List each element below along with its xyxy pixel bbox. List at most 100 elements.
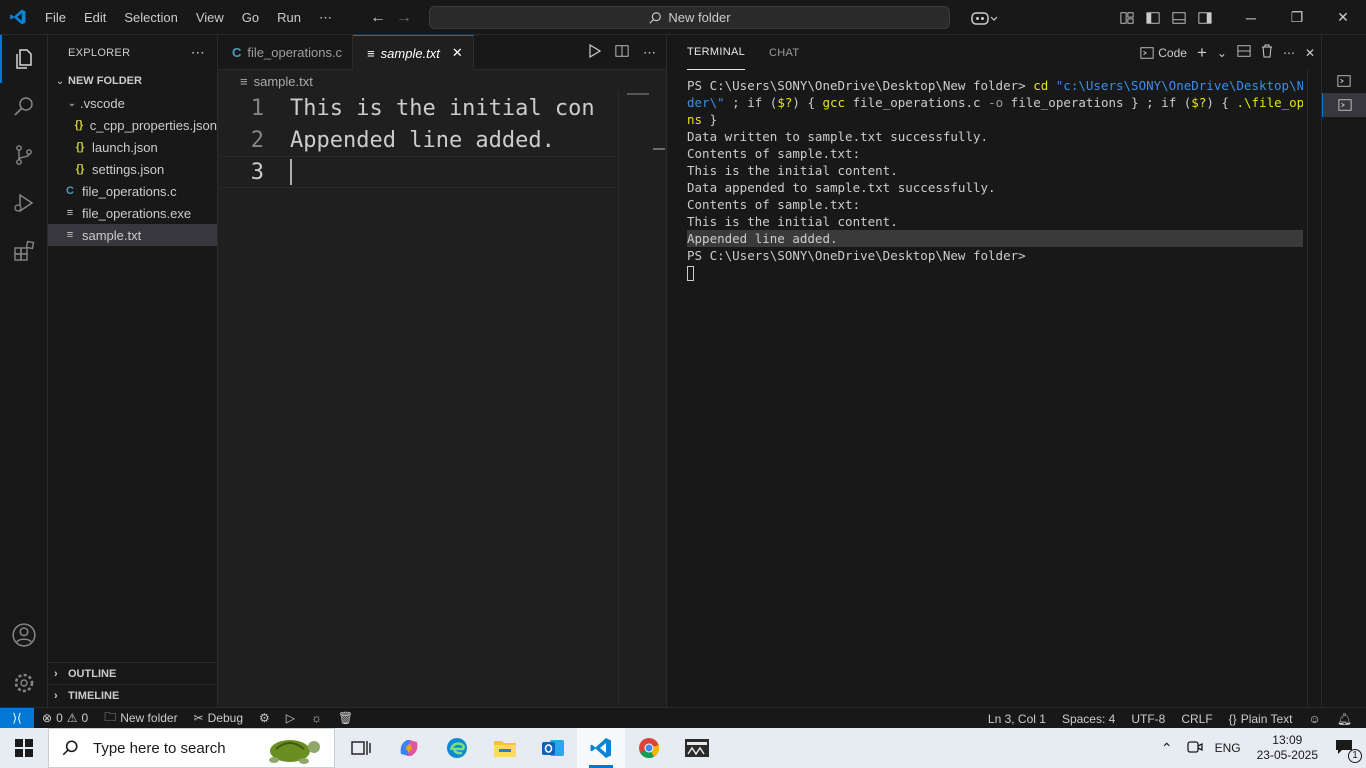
problems-indicator[interactable]: ⊗ 0 ⚠ 0 [34,711,96,725]
copilot-icon[interactable] [964,0,1004,35]
vscode-logo-icon[interactable] [0,0,36,35]
trash-icon[interactable]: 🗑 [330,711,361,725]
terminal-cursor [687,266,694,281]
code-line: 1 This is the initial con [218,92,666,124]
terminal-instance-1[interactable] [1322,69,1366,93]
file-explorer-icon[interactable] [481,728,529,768]
settings-gear-icon[interactable]: ⚙ [251,711,278,725]
menu-more[interactable]: ⋯ [310,0,341,35]
tab-label: file_operations.c [247,45,343,60]
more-actions-icon[interactable]: ⋯ [643,45,656,61]
bug-icon[interactable]: ☼ [303,711,330,725]
tree-item-launch-json[interactable]: {} launch.json [48,136,217,158]
toggle-secondary-sidebar-icon[interactable] [1192,0,1218,35]
debug-indicator[interactable]: ✂ Debug [186,711,251,725]
timeline-section[interactable]: › TIMELINE [48,684,218,706]
task-view-icon[interactable] [337,728,385,768]
new-terminal-icon[interactable]: + [1197,43,1207,63]
forward-arrow-icon[interactable]: → [396,9,412,27]
code-area[interactable]: 1 This is the initial con 2 Appended lin… [218,92,666,188]
toggle-panel-icon[interactable] [1166,0,1192,35]
remote-icon[interactable]: ⟩⟨ [0,707,34,729]
tab-chat[interactable]: CHAT [769,35,799,70]
close-panel-icon[interactable]: ✕ [1305,46,1315,60]
terminal-output[interactable]: PS C:\Users\SONY\OneDrive\Desktop\New fo… [687,77,1303,281]
folder-root[interactable]: ⌄ NEW FOLDER [48,70,217,92]
panel: TERMINAL CHAT Code + ⌄ ⋯ ✕ PS C:\Users\S… [667,35,1321,707]
notification-center-icon[interactable]: 1 [1328,738,1366,763]
meet-now-icon[interactable] [1181,740,1209,757]
chevron-down-icon[interactable]: ⌄ [1217,46,1227,60]
accounts-icon[interactable] [0,611,48,659]
edge-browser-icon[interactable] [433,728,481,768]
minimap[interactable] [618,92,666,707]
menu-go[interactable]: Go [233,0,268,35]
tree-item-sample-txt[interactable]: ≡ sample.txt [48,224,217,246]
more-actions-icon[interactable]: ⋯ [191,44,205,61]
tree-item-settings-json[interactable]: {} settings.json [48,158,217,180]
indentation[interactable]: Spaces: 4 [1054,712,1123,726]
encoding[interactable]: UTF-8 [1123,712,1173,726]
tab-terminal[interactable]: TERMINAL [687,35,746,70]
tree-item-label: file_operations.exe [82,205,192,221]
tab-sample-txt[interactable]: ≡ sample.txt ✕ [353,35,474,70]
chrome-icon[interactable] [625,728,673,768]
copilot-app-icon[interactable] [385,728,433,768]
terminal-instance-2[interactable] [1322,93,1366,117]
extensions-icon[interactable] [0,227,48,275]
bell-icon[interactable]: 🔔︎ [1329,712,1360,726]
end-of-line[interactable]: CRLF [1173,712,1220,726]
close-icon[interactable]: ✕ [1320,0,1366,35]
source-control-icon[interactable] [0,131,48,179]
vscode-taskbar-icon[interactable] [577,728,625,768]
input-language[interactable]: ENG [1209,741,1247,755]
menu-file[interactable]: File [36,0,75,35]
outlook-icon[interactable] [529,728,577,768]
warning-icon: ⚠ [66,711,78,725]
terminal-scrollbar[interactable] [1307,70,1321,707]
kill-terminal-icon[interactable] [1261,44,1273,61]
language-mode[interactable]: {} Plain Text [1221,712,1301,726]
menu-run[interactable]: Run [268,0,310,35]
more-actions-icon[interactable]: ⋯ [1283,46,1295,60]
copilot-status-icon[interactable]: ☺ [1301,712,1329,726]
tree-item-label: sample.txt [82,227,142,243]
menu-selection[interactable]: Selection [115,0,186,35]
restore-icon[interactable]: ❐ [1274,0,1320,35]
app-shortcut-icon[interactable] [673,728,721,768]
cursor-position[interactable]: Ln 3, Col 1 [980,712,1054,726]
back-arrow-icon[interactable]: ← [370,9,386,27]
c-file-icon: C [66,185,74,197]
windows-start-icon[interactable] [0,728,48,768]
folder-indicator[interactable]: 🗀 New folder [96,708,185,729]
outline-section[interactable]: › OUTLINE [48,662,218,684]
tree-item-c-cpp-properties[interactable]: {} c_cpp_properties.json [48,114,217,136]
tree-item-file-operations-exe[interactable]: ≡ file_operations.exe [48,202,217,224]
c-file-icon: C [232,45,242,60]
tab-close-icon[interactable]: ✕ [452,45,463,61]
search-icon[interactable] [0,83,48,131]
tree-item-file-operations-c[interactable]: C file_operations.c [48,180,217,202]
taskbar-search-box[interactable]: Type here to search [48,728,335,768]
clock[interactable]: 13:09 23-05-2025 [1247,733,1328,763]
minimap-slider[interactable] [653,148,665,150]
chevron-up-icon[interactable]: ⌃ [1153,740,1181,757]
run-file-icon[interactable] [589,43,602,61]
tab-file-operations-c[interactable]: C file_operations.c [218,35,354,70]
toggle-sidebar-icon[interactable] [1140,0,1166,35]
menu-edit[interactable]: Edit [75,0,115,35]
minimize-icon[interactable]: ─ [1228,0,1274,35]
run-icon[interactable]: ▷ [278,711,303,725]
settings-gear-icon[interactable] [0,659,48,707]
menu-view[interactable]: View [187,0,233,35]
explorer-icon[interactable] [0,35,48,83]
command-center-search[interactable]: New folder [429,6,950,29]
tree-item-vscode[interactable]: ⌄ .vscode [48,92,217,114]
breadcrumb[interactable]: ≡ sample.txt [218,70,666,92]
run-debug-icon[interactable] [0,179,48,227]
split-editor-icon[interactable] [615,44,629,61]
split-terminal-icon[interactable] [1237,44,1251,61]
layout-customize-icon[interactable] [1114,0,1140,35]
terminal-profile-icon[interactable]: Code [1140,46,1187,60]
menu-bar: File Edit Selection View Go Run ⋯ [36,0,341,35]
